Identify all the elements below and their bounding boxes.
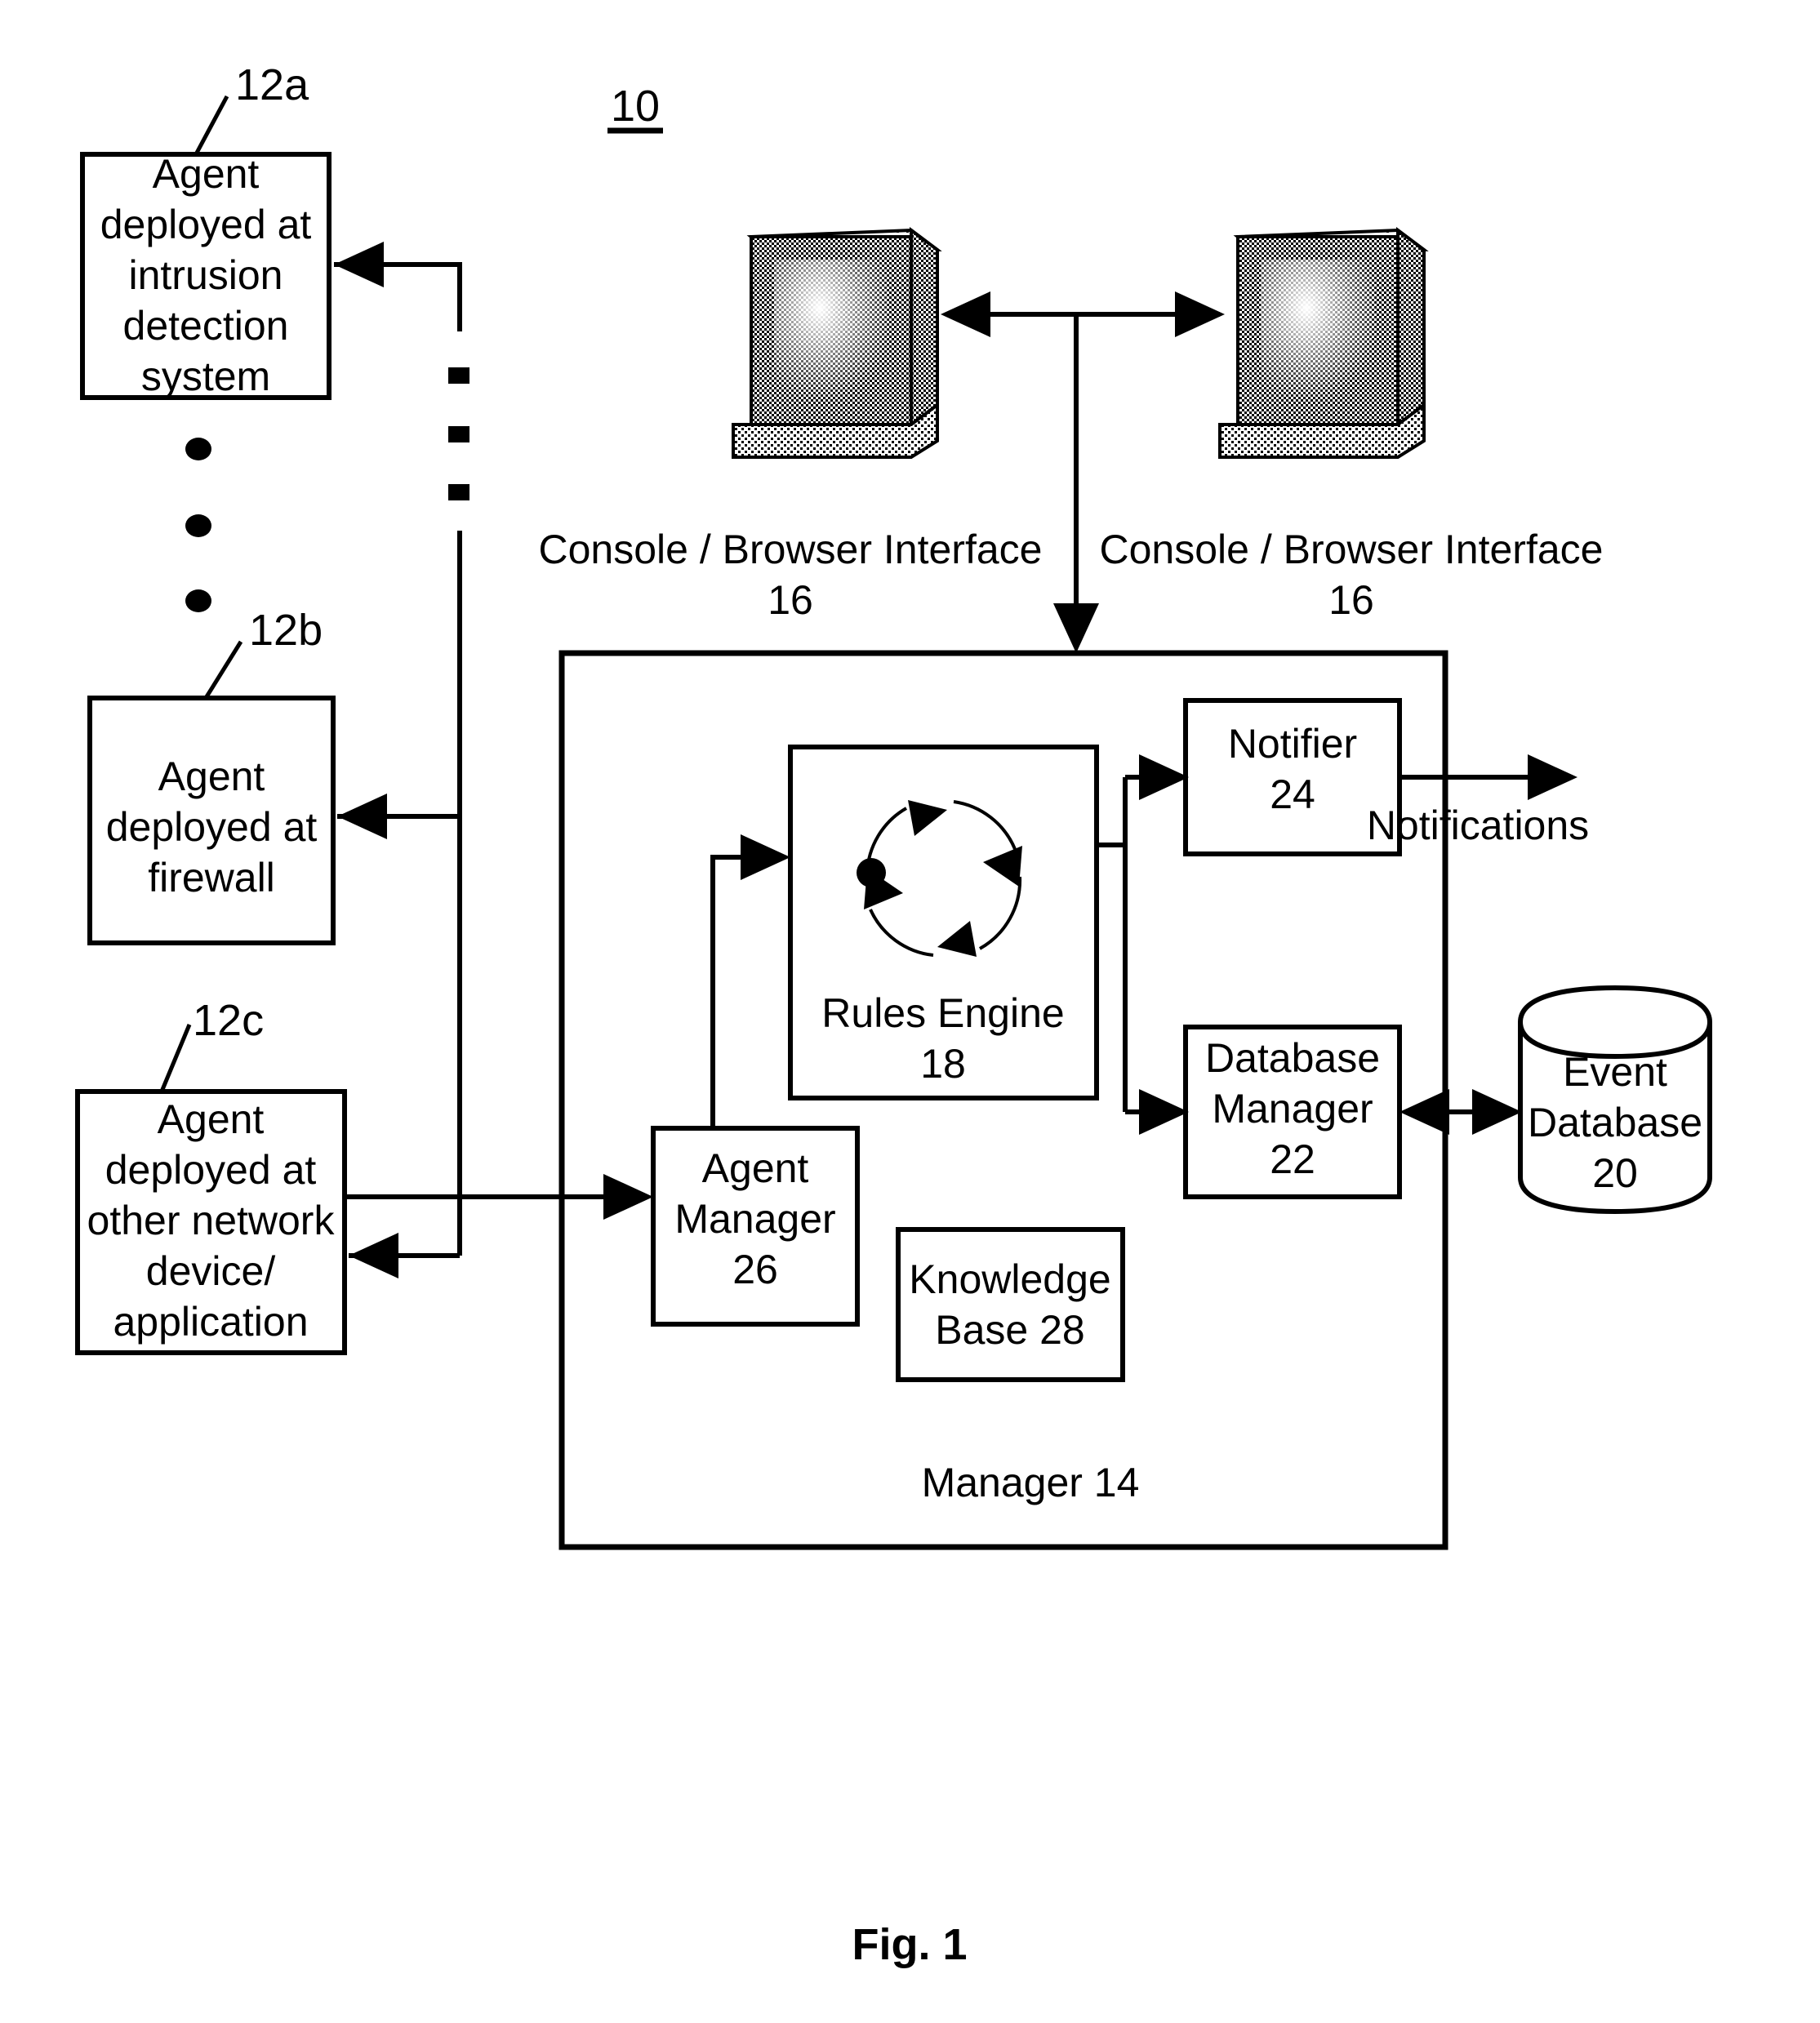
agent-12c-line-3: other network (87, 1198, 336, 1243)
notifications-label: Notifications (1367, 803, 1589, 848)
knowledge-base-label-2: Base 28 (935, 1307, 1084, 1353)
figure-caption: Fig. 1 (852, 1920, 967, 1969)
database-manager-label-2: Manager (1212, 1086, 1373, 1132)
agent-box-12a: 12a Agent deployed at intrusion detectio… (80, 60, 332, 400)
console-link-connectors (941, 291, 1225, 653)
bus-top-segment (334, 262, 462, 331)
monitor-left-screen-glow (774, 260, 888, 398)
cycle-start-dot (857, 858, 886, 887)
agent-12a-line-4: detection (123, 303, 289, 349)
agent-12c-line-2: deployed at (105, 1147, 317, 1193)
notifier-ref: 24 (1270, 771, 1315, 817)
event-database-label-2: Database (1528, 1100, 1702, 1145)
agent-manager-label-1: Agent (702, 1145, 809, 1191)
arrowhead-to-right-console (1175, 291, 1225, 337)
arrowhead-to-left-console (941, 291, 990, 337)
agent-12a-ref: 12a (235, 60, 309, 109)
agents-ellipsis-round-dots (185, 438, 211, 612)
agent-12b-line-2: deployed at (106, 804, 318, 850)
arrowhead-to-event-database (1472, 1089, 1522, 1135)
agent-manager-riser (710, 855, 776, 1128)
leader-line-12c (159, 1024, 192, 1092)
agent-12a-line-1: Agent (153, 151, 260, 197)
system-reference-10: 10 (607, 82, 663, 134)
agent-12b-ref: 12b (249, 606, 323, 655)
agent-12c-line-4: device/ (146, 1248, 276, 1294)
arrowhead-notifications (1528, 754, 1577, 800)
agent-12b-line-1: Agent (158, 754, 265, 799)
console-label-right: Console / Browser Interface 16 (1100, 527, 1604, 623)
knowledge-base-box: Knowledge Base 28 (896, 1227, 1125, 1382)
database-manager-ref: 22 (1270, 1136, 1315, 1182)
arrowhead-to-dbmanager-back (1399, 1089, 1449, 1135)
square-dot-2 (448, 426, 469, 442)
arrowhead-to-rules-engine (741, 834, 790, 880)
agent-12a-line-3: intrusion (129, 252, 283, 298)
arrowhead-to-agent-manager (603, 1174, 653, 1220)
arrowhead-to-database-manager (1139, 1089, 1189, 1135)
square-dot-1 (448, 367, 469, 384)
database-manager-label-1: Database (1205, 1035, 1380, 1081)
crt-monitor-icon-left (732, 227, 942, 459)
rules-engine-label: Rules Engine (821, 990, 1064, 1036)
rules-output-trunk (1097, 843, 1128, 1112)
diagram-canvas: 10 12a Agent deployed at intrusion detec… (75, 60, 1712, 1969)
arrowhead-to-12a (334, 242, 384, 287)
arrowhead-to-12c (349, 1233, 398, 1278)
monitor-right-right-side (1396, 227, 1426, 428)
bus-ellipsis-square-dots (448, 367, 469, 500)
console-label-left: Console / Browser Interface 16 (539, 527, 1043, 623)
dbmanager-eventdb-link (1399, 1089, 1522, 1135)
agent-12a-line-5: system (141, 353, 270, 399)
monitor-right-screen-glow (1261, 260, 1375, 398)
round-dot-1 (185, 438, 211, 460)
agent-manager-ref: 26 (732, 1247, 778, 1292)
notifier-label: Notifier (1228, 721, 1357, 767)
rules-engine-box: Rules Engine 18 (788, 745, 1099, 1100)
patent-figure-1: 10 12a Agent deployed at intrusion detec… (0, 0, 1820, 2023)
console-right-label: Console / Browser Interface (1100, 527, 1604, 572)
knowledge-base-label-1: Knowledge (909, 1256, 1110, 1302)
rules-engine-output-connectors (1097, 754, 1189, 1135)
round-dot-2 (185, 514, 211, 537)
rules-engine-ref: 18 (920, 1041, 966, 1087)
event-database-label-1: Event (1563, 1049, 1667, 1095)
monitor-left-right-side (910, 227, 939, 428)
knowledge-base-rect (896, 1227, 1125, 1382)
agent-12c-line-5: application (113, 1299, 308, 1345)
system-ref-label: 10 (611, 82, 660, 131)
crt-monitor-icon-right (1218, 227, 1429, 459)
arrowhead-to-12b (337, 794, 387, 839)
leader-line-12a (194, 95, 229, 156)
agent-manager-to-rules-engine (710, 834, 790, 1128)
agent-12c-ref: 12c (193, 996, 264, 1045)
agent-manager-box: Agent Manager 26 (651, 1126, 860, 1327)
arrowhead-to-manager (1053, 603, 1099, 653)
agent-12b-line-3: firewall (148, 855, 275, 900)
manager-label: Manager 14 (922, 1460, 1140, 1505)
agent-bus-connectors (334, 242, 653, 1278)
console-left-ref: 16 (768, 577, 813, 623)
console-right-ref: 16 (1328, 577, 1374, 623)
agent-box-12c: 12c Agent deployed at other network devi… (75, 996, 347, 1355)
square-dot-3 (448, 484, 469, 500)
console-left-label: Console / Browser Interface (539, 527, 1043, 572)
round-dot-3 (185, 589, 211, 612)
event-database-ref: 20 (1592, 1150, 1638, 1196)
agent-12a-line-2: deployed at (100, 202, 312, 247)
arrowhead-to-notifier (1139, 754, 1189, 800)
agent-manager-label-2: Manager (674, 1196, 835, 1242)
agent-box-12b: 12b Agent deployed at firewall (87, 606, 336, 945)
database-manager-box: Database Manager 22 (1183, 1025, 1402, 1199)
leader-line-12b (203, 640, 243, 700)
event-database-cylinder: Event Database 20 (1518, 985, 1712, 1215)
agent-12c-line-1: Agent (158, 1096, 265, 1142)
